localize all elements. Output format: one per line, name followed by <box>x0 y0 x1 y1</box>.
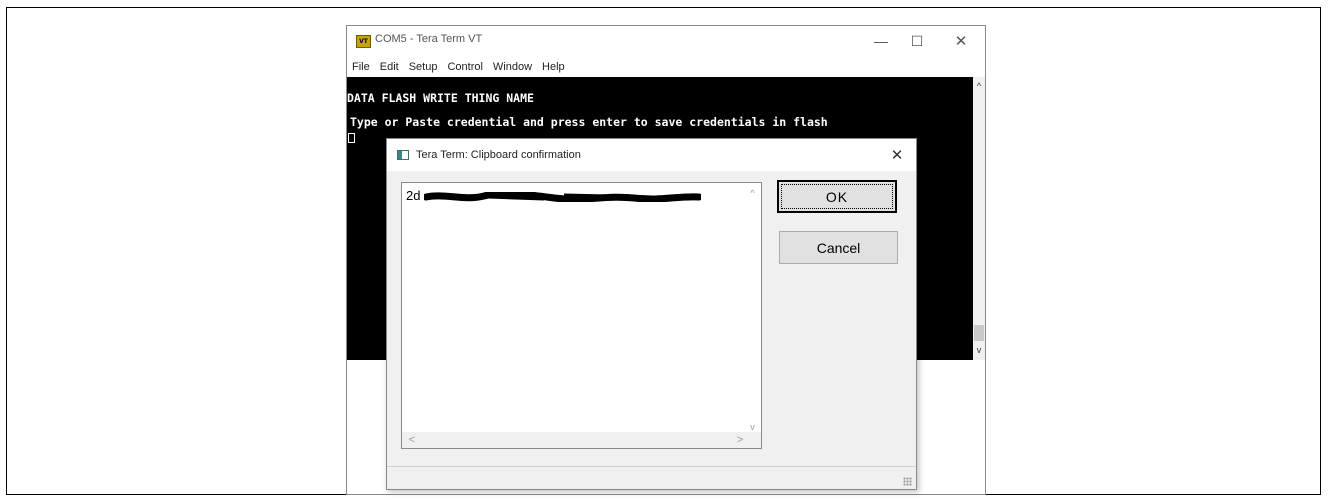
scroll-down-icon[interactable]: v <box>973 343 985 357</box>
dialog-close-button[interactable]: ✕ <box>885 144 909 166</box>
dialog-title: Tera Term: Clipboard confirmation <box>416 149 581 161</box>
clipboard-horizontal-scrollbar[interactable]: < > <box>402 432 761 448</box>
terminal-line: DATA FLASH WRITE THING NAME <box>347 91 534 105</box>
clipboard-text-area[interactable]: 2d ^ v < > <box>401 182 762 449</box>
redaction-scribble <box>424 192 701 202</box>
minimize-button[interactable]: — <box>863 28 899 54</box>
terminal-line: Type or Paste credential and press enter… <box>350 115 828 129</box>
scroll-left-icon[interactable]: < <box>404 432 420 448</box>
menu-window[interactable]: Window <box>488 59 537 77</box>
teraterm-app-icon: VT <box>356 35 371 48</box>
terminal-cursor <box>348 133 355 143</box>
maximize-button[interactable]: ☐ <box>899 28 935 54</box>
clipboard-text: 2d <box>406 188 421 203</box>
clipboard-confirmation-dialog: Tera Term: Clipboard confirmation ✕ 2d ^… <box>386 138 917 490</box>
window-title: COM5 - Tera Term VT <box>375 33 483 45</box>
resize-grip-icon[interactable] <box>903 477 912 486</box>
dialog-app-icon <box>397 150 409 160</box>
scroll-up-icon[interactable]: ^ <box>744 185 761 201</box>
menu-help[interactable]: Help <box>537 59 570 77</box>
menu-bar: File Edit Setup Control Window Help <box>347 59 985 77</box>
menu-setup[interactable]: Setup <box>404 59 443 77</box>
clipboard-vertical-scrollbar[interactable]: ^ v <box>744 183 761 433</box>
menu-edit[interactable]: Edit <box>375 59 404 77</box>
dialog-titlebar[interactable]: Tera Term: Clipboard confirmation ✕ <box>387 139 916 171</box>
menu-control[interactable]: Control <box>442 59 487 77</box>
scroll-up-icon[interactable]: ^ <box>973 79 985 93</box>
terminal-scrollbar[interactable]: ^ v <box>973 77 985 360</box>
scroll-right-icon[interactable]: > <box>732 432 748 448</box>
scrollbar-thumb[interactable] <box>974 325 984 341</box>
window-titlebar[interactable]: VT COM5 - Tera Term VT — ☐ ✕ <box>347 26 985 58</box>
ok-button[interactable]: OK <box>777 180 897 213</box>
close-button[interactable]: ✕ <box>943 28 979 54</box>
dialog-status-bar <box>387 466 916 490</box>
menu-file[interactable]: File <box>347 59 375 77</box>
cancel-button[interactable]: Cancel <box>779 231 898 264</box>
